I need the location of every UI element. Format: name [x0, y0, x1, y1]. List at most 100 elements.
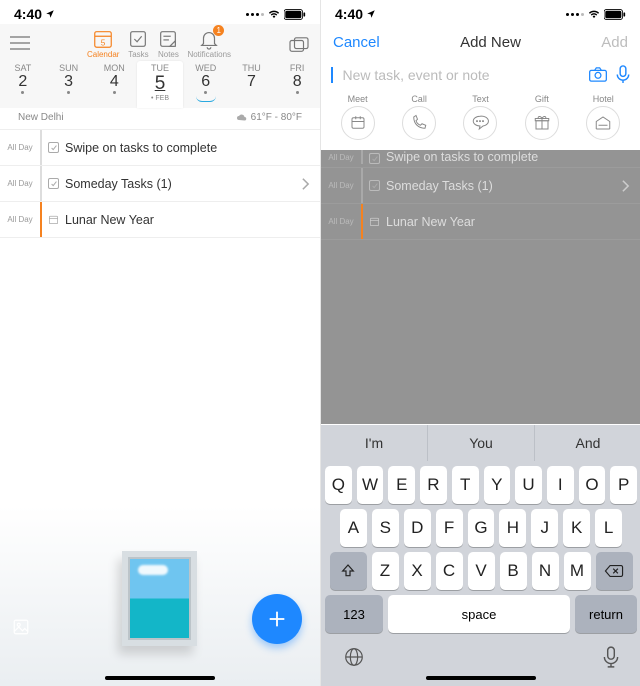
checkbox-icon[interactable] [48, 142, 59, 153]
top-nav: 5 Calendar Tasks Notes 1 Notifications [0, 24, 320, 59]
key-o[interactable]: O [579, 466, 606, 504]
quick-meet[interactable]: Meet [341, 94, 375, 140]
shift-key[interactable] [330, 552, 367, 590]
status-time: 4:40 [14, 6, 42, 22]
key-j[interactable]: J [531, 509, 558, 547]
backspace-key[interactable] [596, 552, 633, 590]
key-r[interactable]: R [420, 466, 447, 504]
menu-icon[interactable] [10, 28, 30, 50]
status-bar: 4:40 [321, 0, 640, 24]
space-key[interactable]: space [388, 595, 570, 633]
right-screenshot: 4:40 Cancel Add New Add Meet Call Text Gift… [320, 0, 640, 686]
quick-hotel[interactable]: Hotel [586, 94, 620, 140]
key-c[interactable]: C [436, 552, 463, 590]
modal-title: Add New [460, 34, 521, 51]
suggestion[interactable]: You [428, 425, 535, 461]
key-f[interactable]: F [436, 509, 463, 547]
key-w[interactable]: W [357, 466, 384, 504]
task-text: Swipe on tasks to complete [386, 150, 538, 164]
quick-label: Hotel [593, 94, 614, 104]
globe-icon[interactable] [343, 646, 365, 668]
task-list: All DaySwipe on tasks to completeAll Day… [0, 130, 320, 238]
add-fab[interactable] [252, 594, 302, 644]
key-t[interactable]: T [452, 466, 479, 504]
suggestion[interactable]: And [535, 425, 640, 461]
day-sun[interactable]: SUN3 [46, 61, 92, 108]
battery-icon [604, 9, 626, 20]
quick-call[interactable]: Call [402, 94, 436, 140]
wifi-icon [267, 9, 281, 20]
cancel-button[interactable]: Cancel [333, 34, 380, 51]
key-d[interactable]: D [404, 509, 431, 547]
home-indicator[interactable] [105, 676, 215, 680]
key-p[interactable]: P [610, 466, 637, 504]
keyboard: I'mYouAnd QWERTYUIOP ASDFGHJKL ZXCVBNM 1… [321, 425, 640, 686]
key-b[interactable]: B [500, 552, 527, 590]
wifi-icon [587, 9, 601, 20]
add-button[interactable]: Add [601, 34, 628, 51]
input-row [321, 61, 640, 94]
tab-notes[interactable]: Notes [157, 28, 179, 59]
cell-signal-icon [246, 13, 264, 16]
tasks-icon [127, 28, 149, 50]
dictation-icon[interactable] [603, 646, 619, 668]
task-row[interactable]: All DaySomeday Tasks (1) [321, 168, 640, 204]
key-k[interactable]: K [563, 509, 590, 547]
checkbox-icon[interactable] [369, 180, 380, 191]
new-item-input[interactable] [343, 67, 581, 83]
key-n[interactable]: N [532, 552, 559, 590]
day-thu[interactable]: THU7 [229, 61, 275, 108]
key-u[interactable]: U [515, 466, 542, 504]
key-m[interactable]: M [564, 552, 591, 590]
day-sat[interactable]: SAT2 [0, 61, 46, 108]
tab-tasks[interactable]: Tasks [127, 28, 149, 59]
quick-label: Gift [535, 94, 549, 104]
key-h[interactable]: H [499, 509, 526, 547]
plus-icon [266, 608, 288, 630]
quick-label: Call [411, 94, 427, 104]
calendar-icon: 5 [92, 28, 114, 50]
task-text: Swipe on tasks to complete [65, 141, 217, 155]
tab-notifications[interactable]: 1 Notifications [187, 28, 231, 59]
task-row[interactable]: All DaySwipe on tasks to complete [0, 130, 320, 166]
task-row[interactable]: All DaySwipe on tasks to complete [321, 150, 640, 168]
quick-label: Meet [348, 94, 368, 104]
key-l[interactable]: L [595, 509, 622, 547]
day-wed[interactable]: WED6 [183, 61, 229, 108]
key-i[interactable]: I [547, 466, 574, 504]
key-y[interactable]: Y [484, 466, 511, 504]
task-text: Lunar New Year [65, 213, 154, 227]
task-row[interactable]: All DayLunar New Year [321, 204, 640, 240]
key-z[interactable]: Z [372, 552, 399, 590]
calendar-small-icon [369, 216, 380, 227]
mic-icon[interactable] [616, 65, 630, 84]
day-tue[interactable]: TUE5• FEB [137, 61, 183, 108]
checkbox-icon[interactable] [369, 153, 380, 164]
key-q[interactable]: Q [325, 466, 352, 504]
text-caret [331, 67, 333, 83]
key-v[interactable]: V [468, 552, 495, 590]
key-x[interactable]: X [404, 552, 431, 590]
tab-calendar[interactable]: 5 Calendar [87, 28, 119, 59]
checkbox-icon[interactable] [48, 178, 59, 189]
camera-icon[interactable] [588, 66, 608, 83]
suggestion[interactable]: I'm [321, 425, 428, 461]
key-g[interactable]: G [468, 509, 495, 547]
quick-text[interactable]: Text [463, 94, 497, 140]
key-e[interactable]: E [388, 466, 415, 504]
day-fri[interactable]: FRI8 [274, 61, 320, 108]
task-row[interactable]: All DaySomeday Tasks (1) [0, 166, 320, 202]
picture-icon[interactable] [12, 618, 30, 636]
modal-header: Cancel Add New Add [321, 24, 640, 61]
task-row[interactable]: All DayLunar New Year [0, 202, 320, 238]
shift-icon [340, 563, 356, 579]
key-s[interactable]: S [372, 509, 399, 547]
chevron-right-icon [301, 177, 310, 191]
home-indicator[interactable] [426, 676, 536, 680]
key-a[interactable]: A [340, 509, 367, 547]
numbers-key[interactable]: 123 [325, 595, 383, 633]
return-key[interactable]: return [575, 595, 637, 633]
quick-gift[interactable]: Gift [525, 94, 559, 140]
day-mon[interactable]: MON4 [91, 61, 137, 108]
cards-icon[interactable] [288, 28, 310, 54]
